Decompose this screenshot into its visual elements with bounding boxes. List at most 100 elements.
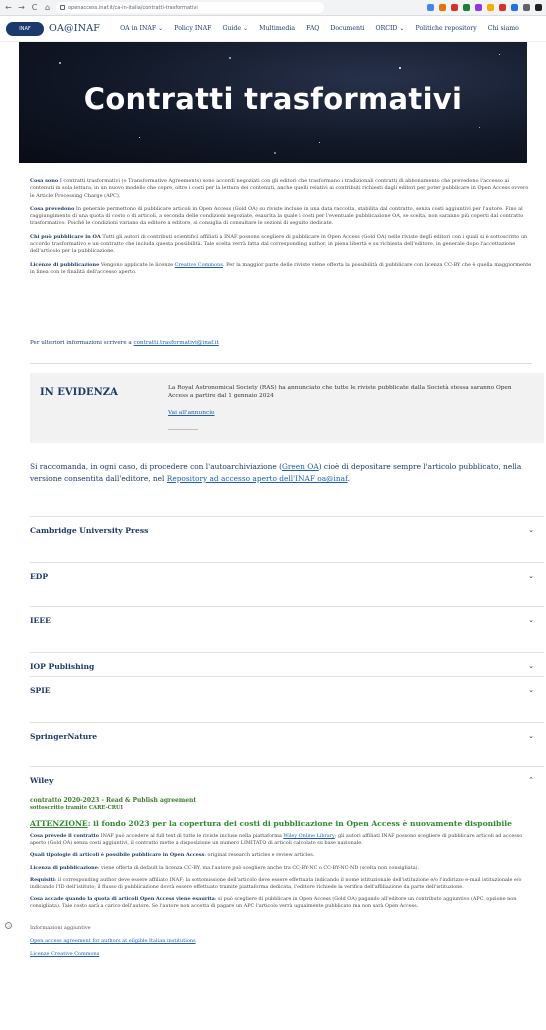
menu-guide[interactable]: Guide ⌄ [222, 25, 248, 32]
intro-paragraph: Cosa sono I contratti trasformativi (o T… [30, 178, 532, 200]
accordion-label: SpringerNature [30, 732, 98, 741]
accordion-springernature[interactable]: SpringerNature ⌄ [30, 722, 544, 752]
contact-email-link[interactable]: contratti.trasformativi@inaf.it [134, 340, 219, 346]
wiley-attention: ATTENZIONE: il fondo 2023 per la copertu… [30, 819, 544, 828]
star [229, 57, 231, 59]
paragraph-label: Cosa prevede il contratto [30, 833, 100, 839]
extension-icon[interactable] [427, 4, 434, 11]
accordion-spie[interactable]: SPIE ⌄ [30, 676, 544, 706]
accordion-label: IOP Publishing [30, 662, 95, 671]
inaf-logo[interactable]: INAF [6, 21, 44, 36]
intro-paragraph: Cosa prevedono In generale permettono di… [30, 206, 532, 228]
paragraph-text: : viene offerta di default la licenza CC… [97, 864, 420, 871]
highlight-text: La Royal Astronomical Society (RAS) ha a… [168, 385, 512, 400]
page-title: Contratti trasformativi [83, 82, 463, 116]
forward-icon[interactable]: → [17, 0, 26, 16]
extension-icon[interactable] [463, 4, 470, 11]
paragraph-text: INAF può accedere al full text di tutte … [99, 833, 284, 839]
attention-label: ATTENZIONE [30, 819, 88, 828]
menu-oa-in-inaf[interactable]: OA in INAF ⌄ [120, 25, 163, 32]
paragraph-label: Licenza di pubblicazione [30, 864, 98, 871]
wiley-panel: contratto 2020-2023 - Read & Publish agr… [30, 797, 544, 957]
extension-icon[interactable] [511, 4, 518, 11]
announcement-link[interactable]: Vai all'annuncio [168, 410, 215, 416]
chevron-up-icon: ⌃ [528, 776, 534, 784]
paragraph-label: Licenze di pubblicazione [30, 261, 100, 268]
wiley-contract-via: sottoscritto tramite CARE-CRUI [30, 805, 123, 811]
extension-icon[interactable] [523, 4, 530, 11]
accessibility-icon[interactable]: ⊃ [5, 922, 12, 929]
paragraph-label: Cosa sono [30, 178, 59, 184]
accordion-label: EDP [30, 572, 49, 581]
extension-icon[interactable] [475, 4, 482, 11]
paragraph-label: Requisiti [30, 876, 55, 883]
star [274, 152, 276, 154]
lock-icon [60, 5, 65, 10]
reload-icon[interactable]: C [30, 0, 39, 16]
menu-politiche-repository[interactable]: Politiche repository [416, 25, 477, 32]
star [139, 137, 140, 138]
accordion-label: Cambridge University Press [30, 526, 149, 535]
extension-icon[interactable] [451, 4, 458, 11]
paragraph-text: Tutti gli autori di contributi scientifi… [30, 233, 528, 255]
repository-link[interactable]: Repository ad accesso aperto dell'INAF o… [167, 474, 348, 483]
wiley-agreement-link[interactable]: Open access agreement for authors at eli… [30, 938, 544, 944]
intro-paragraph: Licenze di pubblicazione Vengono applica… [30, 262, 532, 277]
site-logo-text[interactable]: OA@INAF [49, 23, 100, 34]
menu-multimedia[interactable]: Multimedia [259, 25, 295, 32]
chevron-down-icon: ⌄ [528, 616, 534, 624]
paragraph-text: In generale permettono di pubblicare art… [30, 205, 524, 227]
extension-icon[interactable] [535, 4, 542, 11]
menu-policy-inaf[interactable]: Policy INAF [174, 25, 211, 32]
paragraph-label: Chi può pubblicare in OA [30, 233, 101, 240]
browser-toolbar: ← → C ⌂ openaccess.inaf.it/ca-in-italia/… [0, 0, 546, 16]
paragraph-label: Cosa prevedono [30, 205, 75, 212]
site-navbar: INAF OA@INAF OA in INAF ⌄ Policy INAF Gu… [0, 16, 546, 42]
creative-commons-licenses-link[interactable]: Licenze Creative Commons [30, 951, 544, 957]
chevron-down-icon: ⌄ [528, 572, 534, 580]
chevron-down-icon: ⌄ [528, 732, 534, 740]
menu-documenti[interactable]: Documenti [330, 25, 364, 32]
main-menu: OA in INAF ⌄ Policy INAF Guide ⌄ Multime… [120, 25, 519, 32]
recommendation-text: Si raccomanda, in ogni caso, di proceder… [30, 461, 532, 485]
star [499, 54, 500, 55]
menu-faq[interactable]: FAQ [306, 25, 319, 32]
accordion-wiley[interactable]: Wiley ⌃ [30, 766, 544, 796]
contact-prefix: Per ulteriori informazioni scrivere a [30, 340, 134, 346]
wiley-paragraph: Requisiti: il corresponding author deve … [30, 877, 536, 891]
menu-chi-siamo[interactable]: Chi siamo [488, 25, 519, 32]
star [479, 127, 480, 128]
accordion-label: SPIE [30, 686, 51, 695]
accordion-cambridge[interactable]: Cambridge University Press ⌄ [30, 516, 544, 546]
back-icon[interactable]: ← [4, 0, 13, 16]
highlight-title: IN EVIDENZA [40, 387, 118, 398]
url-text: openaccess.inaf.it/ca-in-italia/contratt… [68, 4, 198, 11]
chevron-down-icon: ⌄ [528, 526, 534, 534]
paragraph-label: Cosa accade quando la quota di articoli … [30, 896, 215, 903]
additional-info-label: Informazioni aggiuntive [30, 924, 91, 931]
divider [168, 429, 198, 430]
extension-icon[interactable] [499, 4, 506, 11]
chevron-down-icon: ⌄ [528, 662, 534, 670]
recommend-text: . [347, 474, 350, 483]
home-icon[interactable]: ⌂ [43, 0, 52, 16]
intro-paragraph: Chi può pubblicare in OA Tutti gli autor… [30, 234, 532, 256]
star [59, 62, 61, 64]
star [399, 67, 401, 69]
accordion-label: IEEE [30, 616, 51, 625]
accordion-edp[interactable]: EDP ⌄ [30, 562, 544, 592]
wiley-online-library-link[interactable]: Wiley Online Library [283, 833, 334, 839]
creative-commons-link[interactable]: Creative Commons [175, 262, 223, 268]
accordion-ieee[interactable]: IEEE ⌄ [30, 606, 544, 636]
accordion-label: Wiley [30, 776, 54, 785]
address-bar[interactable]: openaccess.inaf.it/ca-in-italia/contratt… [56, 2, 324, 13]
wiley-contract-title: contratto 2020-2023 - Read & Publish agr… [30, 797, 197, 804]
wiley-paragraph: Cosa accade quando la quota di articoli … [30, 896, 536, 910]
menu-orcid[interactable]: ORCID ⌄ [376, 25, 405, 32]
green-oa-link[interactable]: Green OA [282, 462, 319, 471]
extension-icon[interactable] [439, 4, 446, 11]
recommend-text: Si raccomanda, in ogni caso, di proceder… [30, 462, 282, 471]
wiley-paragraph: Licenza di pubblicazione: viene offerta … [30, 865, 536, 872]
extension-icon[interactable] [487, 4, 494, 11]
divider [30, 363, 532, 364]
